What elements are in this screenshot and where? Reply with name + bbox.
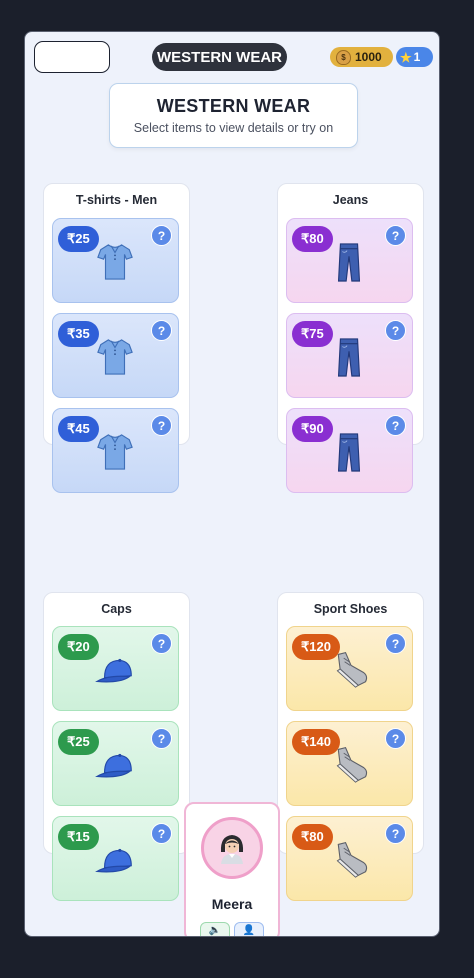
- item-card-jeans[interactable]: ₹75 ?: [286, 313, 413, 398]
- character-name: Meera: [211, 896, 253, 912]
- shoe-icon: [336, 746, 368, 783]
- tshirt-icon: [97, 434, 133, 470]
- question-icon[interactable]: ?: [385, 633, 406, 654]
- cap-icon: [95, 848, 132, 873]
- avatar: [201, 817, 263, 879]
- intro-card: WESTERN WEAR Select items to view detail…: [109, 83, 358, 148]
- tshirt-icon: [97, 339, 133, 375]
- price-badge: ₹25: [58, 226, 99, 252]
- money-bag-icon: $: [336, 49, 351, 65]
- cap-icon: [95, 658, 132, 683]
- price-badge: ₹35: [58, 321, 99, 347]
- item-card-shoe[interactable]: ₹120 ?: [286, 626, 413, 711]
- category-title: Sport Shoes: [313, 602, 388, 616]
- question-icon[interactable]: ?: [385, 728, 406, 749]
- price-badge: ₹80: [292, 824, 333, 850]
- category-title: T-shirts - Men: [75, 193, 158, 207]
- sound-button[interactable]: 🔈: [200, 922, 230, 936]
- item-card-jeans[interactable]: ₹80 ?: [286, 218, 413, 303]
- category-title: Jeans: [332, 193, 369, 207]
- item-card-shoe[interactable]: ₹140 ?: [286, 721, 413, 806]
- item-card-tshirt[interactable]: ₹35 ?: [52, 313, 179, 398]
- intro-subtitle: Select items to view details or try on: [133, 121, 334, 135]
- section-title-pill: WESTERN WEAR: [152, 43, 287, 71]
- game-screen: WESTERN WEAR $ 1000 ★ 1 WESTERN WEAR Sel…: [24, 31, 440, 937]
- price-badge: ₹75: [292, 321, 333, 347]
- shoe-icon: [336, 841, 368, 878]
- question-icon[interactable]: ?: [151, 728, 172, 749]
- question-icon[interactable]: ?: [385, 415, 406, 436]
- intro-title: WESTERN WEAR: [156, 96, 311, 116]
- price-badge: ₹80: [292, 226, 333, 252]
- item-card-cap[interactable]: ₹20 ?: [52, 626, 179, 711]
- question-icon[interactable]: ?: [151, 823, 172, 844]
- item-card-cap[interactable]: ₹15 ?: [52, 816, 179, 901]
- star-count: 1: [413, 50, 421, 64]
- price-badge: ₹25: [58, 729, 99, 755]
- character-card[interactable]: Meera 🔈 👤: [184, 802, 280, 936]
- jeans-icon: [337, 338, 361, 377]
- star-counter: ★ 1: [396, 47, 433, 67]
- woman-avatar-icon: [220, 835, 244, 864]
- profile-button[interactable]: 👤: [234, 922, 264, 936]
- question-icon[interactable]: ?: [151, 415, 172, 436]
- price-badge: ₹45: [58, 416, 99, 442]
- item-card-tshirt[interactable]: ₹45 ?: [52, 408, 179, 493]
- cap-icon: [95, 753, 132, 778]
- price-badge: ₹90: [292, 416, 333, 442]
- item-card-jeans[interactable]: ₹90 ?: [286, 408, 413, 493]
- item-card-cap[interactable]: ₹25 ?: [52, 721, 179, 806]
- shoe-icon: [336, 651, 368, 688]
- tshirt-icon: [97, 244, 133, 280]
- question-icon[interactable]: ?: [385, 320, 406, 341]
- category-title: Caps: [101, 602, 132, 616]
- question-icon[interactable]: ?: [385, 225, 406, 246]
- price-badge: ₹15: [58, 824, 99, 850]
- question-icon[interactable]: ?: [385, 823, 406, 844]
- question-icon[interactable]: ?: [151, 225, 172, 246]
- jeans-icon: [337, 433, 361, 472]
- item-card-shoe[interactable]: ₹80 ?: [286, 816, 413, 901]
- back-button[interactable]: [34, 41, 110, 73]
- star-icon: ★: [400, 49, 412, 65]
- item-card-tshirt[interactable]: ₹25 ?: [52, 218, 179, 303]
- jeans-icon: [337, 243, 361, 282]
- question-icon[interactable]: ?: [151, 320, 172, 341]
- price-badge: ₹20: [58, 634, 99, 660]
- coin-counter: $ 1000: [330, 47, 393, 67]
- coin-count: 1000: [355, 50, 382, 64]
- question-icon[interactable]: ?: [151, 633, 172, 654]
